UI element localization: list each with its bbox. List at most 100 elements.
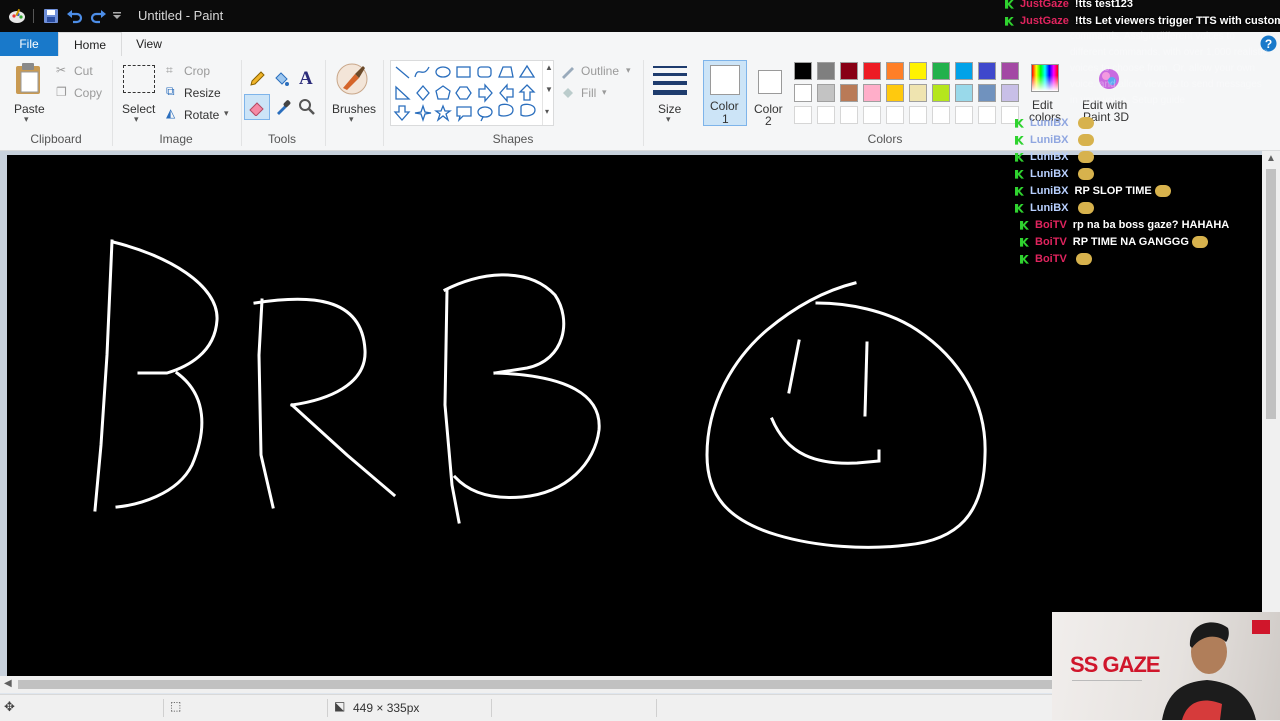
size-line-icon [653, 90, 687, 95]
select-button[interactable]: Select ▾ [118, 60, 160, 124]
chat-username[interactable]: JustGaze [1020, 0, 1069, 10]
palette-swatch[interactable] [932, 62, 950, 80]
palette-swatch[interactable] [932, 84, 950, 102]
stream-chat-overlay: commands. Assign different voices to dif… [1000, 0, 1280, 290]
chat-username[interactable]: LuniBX [1030, 202, 1069, 214]
canvas-size-text: 449 × 335px [353, 701, 420, 715]
chat-emote-icon [1077, 168, 1094, 181]
chat-message: LuniBX RP SLOP TIME [1015, 183, 1171, 200]
kick-badge-icon [1020, 237, 1029, 247]
chat-username[interactable]: BoiTV [1035, 236, 1067, 248]
paste-button[interactable]: Paste ▾ [6, 60, 52, 124]
size-dropdown-icon[interactable]: ▾ [666, 114, 671, 125]
pencil-icon[interactable] [248, 70, 266, 88]
chat-username[interactable]: LuniBX [1030, 134, 1069, 146]
eraser-icon [249, 102, 264, 116]
fill-dropdown[interactable]: Fill ▾ [560, 84, 640, 102]
horizontal-scroll-thumb[interactable] [18, 680, 1058, 689]
resize-button[interactable]: ⧉ Resize [166, 84, 236, 102]
ribbon-separator [643, 60, 644, 146]
palette-swatch[interactable] [840, 84, 858, 102]
chat-username[interactable]: LuniBX [1030, 168, 1069, 180]
chat-username[interactable]: BoiTV [1035, 219, 1067, 231]
rotate-button[interactable]: ◭ Rotate ▾ [166, 106, 236, 124]
text-tool-icon[interactable]: A [299, 68, 313, 90]
status-separator [327, 699, 328, 717]
palette-swatch[interactable] [955, 84, 973, 102]
cut-button[interactable]: ✂ Cut [56, 62, 106, 80]
copy-label: Copy [74, 86, 103, 100]
palette-swatch[interactable] [817, 84, 835, 102]
scroll-left-icon[interactable]: ◀ [4, 678, 12, 689]
paste-dropdown-icon[interactable]: ▾ [24, 114, 29, 125]
palette-swatch[interactable] [840, 62, 858, 80]
palette-swatch[interactable] [886, 62, 904, 80]
image-group-label: Image [159, 132, 193, 146]
chat-message: LuniBX [1015, 115, 1094, 132]
color1-label: Color [710, 99, 739, 113]
palette-swatch[interactable] [794, 62, 812, 80]
customize-toolbar-chevron-icon[interactable] [112, 11, 122, 21]
brushes-button[interactable]: Brushes ▾ [330, 60, 376, 126]
color-picker-icon[interactable] [274, 98, 292, 116]
save-icon[interactable] [42, 7, 60, 25]
color2-button[interactable]: Color 2 [750, 60, 790, 128]
brushes-label: Brushes [332, 102, 377, 116]
palette-swatch[interactable] [863, 84, 881, 102]
palette-swatch[interactable] [817, 62, 835, 80]
chat-message: BoiTV [1020, 251, 1092, 268]
chat-username[interactable]: LuniBX [1030, 117, 1069, 129]
kick-badge-icon [1015, 135, 1024, 145]
custom-color-slot[interactable] [840, 106, 858, 124]
chat-username[interactable]: JustGaze [1020, 15, 1069, 27]
custom-color-slot[interactable] [817, 106, 835, 124]
ribbon-separator [383, 60, 384, 146]
undo-icon[interactable] [66, 7, 84, 25]
webcam-overlay: SS GAZE [1052, 612, 1280, 720]
tab-file[interactable]: File [0, 32, 58, 56]
shapes-gallery[interactable]: ▲ ▼ ▾ [390, 60, 554, 126]
copy-icon: ❐ [56, 85, 67, 99]
custom-color-slot[interactable] [932, 106, 950, 124]
chat-emote-icon [1191, 236, 1208, 249]
size-button[interactable]: Size ▾ [648, 60, 692, 126]
select-dropdown-icon[interactable]: ▾ [134, 114, 139, 125]
chat-message-text: !tts Let viewers trigger TTS with custom [1074, 15, 1280, 27]
custom-color-slot[interactable] [863, 106, 881, 124]
eraser-tool-selected[interactable] [244, 94, 270, 120]
palette-swatch[interactable] [955, 62, 973, 80]
rotate-dropdown-icon[interactable]: ▾ [224, 108, 229, 119]
chat-username[interactable]: LuniBX [1030, 151, 1069, 163]
palette-swatch[interactable] [909, 62, 927, 80]
tab-view[interactable]: View [124, 32, 174, 56]
shapes-scroll-icon[interactable]: ▲ ▼ ▾ [542, 61, 554, 125]
chat-username[interactable]: BoiTV [1035, 253, 1067, 265]
palette-swatch[interactable] [978, 62, 996, 80]
custom-color-slot[interactable] [794, 106, 812, 124]
magnifier-icon[interactable] [298, 98, 316, 116]
custom-color-slot[interactable] [978, 106, 996, 124]
resize-icon: ⧉ [166, 84, 175, 98]
kick-badge-icon [1015, 186, 1024, 196]
custom-color-slot[interactable] [909, 106, 927, 124]
redo-icon[interactable] [89, 7, 107, 25]
brushes-dropdown-icon[interactable]: ▾ [349, 114, 354, 125]
size-line-icon [653, 81, 687, 85]
palette-swatch[interactable] [909, 84, 927, 102]
chat-username[interactable]: LuniBX [1030, 185, 1069, 197]
copy-button[interactable]: ❐ Copy [56, 84, 106, 102]
crop-button[interactable]: ⌗ Crop [166, 62, 236, 80]
palette-swatch[interactable] [794, 84, 812, 102]
color1-swatch [710, 65, 740, 95]
chat-message: JustGaze !tts test123 [1005, 0, 1133, 13]
custom-color-slot[interactable] [886, 106, 904, 124]
webcam-caption: SS GAZE [1070, 652, 1161, 677]
palette-swatch[interactable] [978, 84, 996, 102]
custom-color-slot[interactable] [955, 106, 973, 124]
palette-swatch[interactable] [863, 62, 881, 80]
palette-swatch[interactable] [886, 84, 904, 102]
color1-button[interactable]: Color 1 [703, 60, 747, 126]
fill-bucket-icon[interactable] [272, 70, 290, 88]
tab-home[interactable]: Home [58, 32, 122, 58]
outline-dropdown[interactable]: Outline ▾ [560, 62, 640, 80]
